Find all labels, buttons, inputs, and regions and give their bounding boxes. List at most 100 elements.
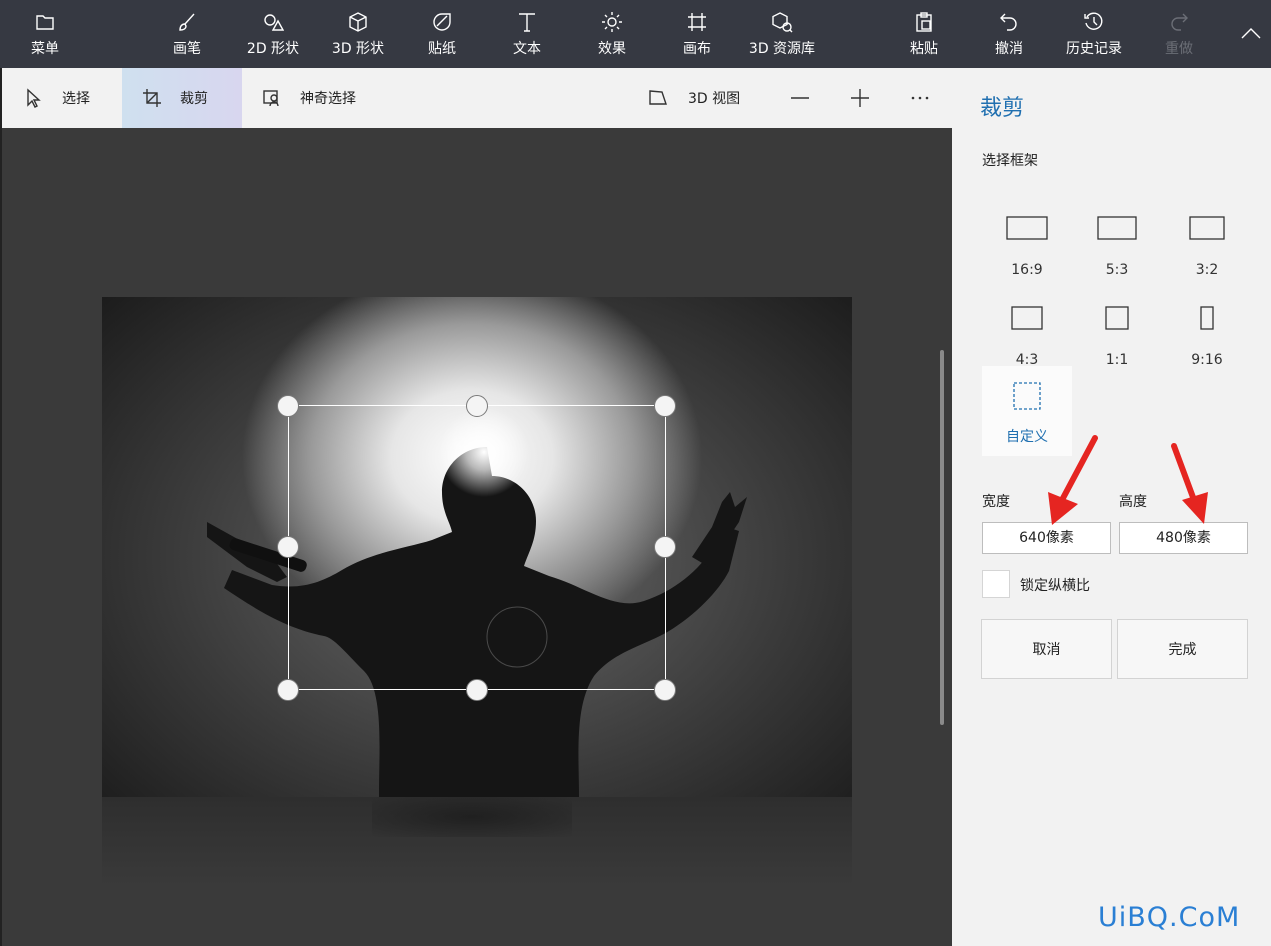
ratio-1-1[interactable]: 1:1 bbox=[1072, 290, 1162, 380]
library-3d-label: 3D 资源库 bbox=[748, 40, 816, 57]
crop-panel: 裁剪 选择框架 16:9 5:3 3:2 4:3 1:1 9:16 自定义 宽度… bbox=[952, 68, 1271, 946]
redo-icon bbox=[1171, 13, 1188, 31]
frame-label: 选择框架 bbox=[982, 153, 1038, 169]
canvas-label: 画布 bbox=[683, 40, 711, 57]
shapes-2d-label: 2D 形状 bbox=[246, 40, 300, 57]
arrow-annotation-width bbox=[1048, 435, 1098, 525]
library-3d-tool[interactable]: 3D 资源库 bbox=[744, 0, 820, 68]
effects-tool[interactable]: 效果 bbox=[590, 0, 634, 68]
ratio-16-9-label: 16:9 bbox=[1011, 262, 1043, 278]
done-button[interactable]: 完成 bbox=[1117, 619, 1248, 679]
library-3d-icon bbox=[772, 11, 793, 32]
arrow-annotation-height bbox=[1171, 443, 1208, 524]
text-label: 文本 bbox=[513, 40, 541, 57]
ratio-16-9-icon bbox=[1006, 216, 1048, 240]
ratio-3-2[interactable]: 3:2 bbox=[1162, 200, 1252, 290]
brush-tool[interactable]: 画笔 bbox=[162, 0, 212, 68]
ratio-3-2-label: 3:2 bbox=[1195, 262, 1219, 278]
history-button[interactable]: 历史记录 bbox=[1062, 0, 1126, 68]
stickers-tool[interactable]: 贴纸 bbox=[420, 0, 464, 68]
magic-select-icon bbox=[263, 90, 279, 107]
floor-reflection bbox=[102, 797, 852, 887]
ratio-1-1-label: 1:1 bbox=[1105, 352, 1129, 368]
height-label: 高度 bbox=[1119, 494, 1147, 510]
shapes-3d-tool[interactable]: 3D 形状 bbox=[327, 0, 389, 68]
watermark: UiBQ.CoM bbox=[1098, 902, 1241, 933]
crop-handle-top[interactable] bbox=[466, 395, 488, 417]
clipboard-icon bbox=[916, 11, 932, 32]
undo-button[interactable]: 撤消 bbox=[987, 0, 1031, 68]
crop-selection[interactable] bbox=[288, 405, 666, 690]
shapes-2d-tool[interactable]: 2D 形状 bbox=[242, 0, 304, 68]
shapes-2d-icon bbox=[264, 13, 284, 31]
view-3d-label: 3D 视图 bbox=[688, 91, 741, 107]
canvas-left-edge bbox=[0, 68, 2, 946]
ratio-5-3[interactable]: 5:3 bbox=[1072, 200, 1162, 290]
custom-frame-icon bbox=[1013, 382, 1041, 410]
ellipsis-icon bbox=[911, 96, 929, 100]
magic-select-tool[interactable]: 神奇选择 bbox=[242, 68, 392, 128]
undo-label: 撤消 bbox=[995, 40, 1023, 57]
minus-icon bbox=[791, 97, 809, 99]
lock-aspect-label: 锁定纵横比 bbox=[1020, 578, 1090, 594]
ratio-3-2-icon bbox=[1189, 216, 1225, 240]
crop-handle-bottom-right[interactable] bbox=[654, 679, 676, 701]
cancel-button[interactable]: 取消 bbox=[981, 619, 1112, 679]
crop-handle-right[interactable] bbox=[654, 536, 676, 558]
redo-label: 重做 bbox=[1165, 40, 1193, 57]
crop-icon bbox=[143, 89, 161, 107]
ratio-9-16-label: 9:16 bbox=[1191, 352, 1223, 368]
sticker-icon bbox=[433, 12, 451, 31]
view-3d-button[interactable]: 3D 视图 bbox=[648, 68, 758, 128]
more-options-button[interactable] bbox=[910, 68, 934, 128]
redo-button[interactable]: 重做 bbox=[1157, 0, 1201, 68]
crop-label: 裁剪 bbox=[180, 91, 208, 107]
menu-label: 菜单 bbox=[31, 40, 59, 57]
folder-icon bbox=[36, 14, 54, 30]
crop-handle-bottom-left[interactable] bbox=[277, 679, 299, 701]
brush-icon bbox=[179, 13, 195, 31]
text-tool[interactable]: 文本 bbox=[505, 0, 549, 68]
zoom-out-button[interactable] bbox=[790, 68, 814, 128]
sun-icon bbox=[602, 11, 622, 32]
crop-handle-top-right[interactable] bbox=[654, 395, 676, 417]
canvas-icon bbox=[688, 12, 706, 31]
collapse-ribbon-button[interactable] bbox=[1238, 0, 1264, 68]
history-icon bbox=[1084, 12, 1103, 30]
view-3d-icon bbox=[649, 90, 667, 105]
undo-icon bbox=[1000, 13, 1017, 31]
ratio-4-3-icon bbox=[1011, 306, 1043, 330]
plus-icon bbox=[851, 89, 869, 107]
width-label: 宽度 bbox=[982, 494, 1010, 510]
menu-button[interactable]: 菜单 bbox=[22, 0, 68, 68]
crop-handle-left[interactable] bbox=[277, 536, 299, 558]
vertical-scrollbar[interactable] bbox=[940, 350, 944, 725]
ratio-9-16[interactable]: 9:16 bbox=[1162, 290, 1252, 380]
select-tool[interactable]: 选择 bbox=[0, 68, 122, 128]
zoom-in-button[interactable] bbox=[850, 68, 874, 128]
top-ribbon: 菜单 画笔 2D 形状 3D 形状 贴纸 文本 效果 画布 3D 资源库 粘贴 … bbox=[0, 0, 1271, 68]
effects-label: 效果 bbox=[598, 40, 626, 57]
shapes-3d-label: 3D 形状 bbox=[331, 40, 385, 57]
history-label: 历史记录 bbox=[1066, 40, 1122, 57]
crop-toolbar: 选择 裁剪 神奇选择 3D 视图 bbox=[0, 68, 952, 128]
chevron-up-icon bbox=[1241, 28, 1261, 39]
stickers-label: 贴纸 bbox=[428, 40, 456, 57]
paste-button[interactable]: 粘贴 bbox=[902, 0, 946, 68]
ratio-5-3-icon bbox=[1097, 216, 1137, 240]
panel-title: 裁剪 bbox=[980, 96, 1025, 121]
canvas-tool[interactable]: 画布 bbox=[675, 0, 719, 68]
pointer-icon bbox=[27, 88, 41, 108]
ratio-16-9[interactable]: 16:9 bbox=[982, 200, 1072, 290]
lock-aspect-checkbox[interactable] bbox=[982, 570, 1010, 598]
ratio-9-16-icon bbox=[1200, 306, 1214, 330]
text-icon bbox=[519, 12, 535, 32]
crop-tool[interactable]: 裁剪 bbox=[122, 68, 242, 128]
cube-icon bbox=[349, 11, 367, 32]
crop-handle-top-left[interactable] bbox=[277, 395, 299, 417]
paste-label: 粘贴 bbox=[910, 40, 938, 57]
crop-handle-bottom[interactable] bbox=[466, 679, 488, 701]
magic-select-label: 神奇选择 bbox=[300, 91, 356, 107]
ratio-5-3-label: 5:3 bbox=[1105, 262, 1129, 278]
brush-label: 画笔 bbox=[173, 40, 201, 57]
